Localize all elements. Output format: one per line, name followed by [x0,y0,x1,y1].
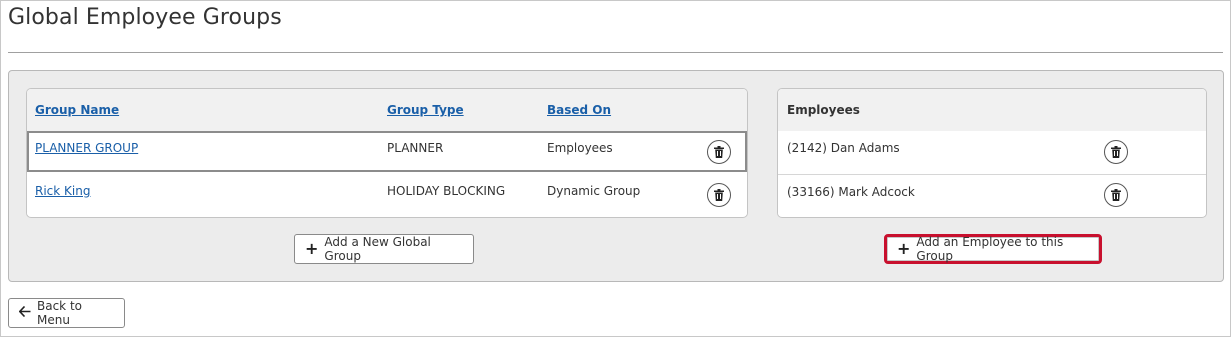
groups-table-header: Group Name Group Type Based On [27,89,747,132]
add-employee-button[interactable]: + Add an Employee to this Group [884,234,1102,264]
back-to-menu-label: Back to Menu [37,299,82,327]
groups-panel: Group Name Group Type Based On PLANNER G… [8,70,1224,282]
add-employee-label: Add an Employee to this Group [916,235,1064,263]
table-row[interactable]: (2142) Dan Adams [778,131,1206,172]
arrow-left-icon [18,305,31,321]
employee-name-cell: (33166) Mark Adcock [787,185,915,199]
employee-name-cell: (2142) Dan Adams [787,141,900,155]
plus-icon: + [305,239,319,258]
table-row[interactable]: PLANNER GROUP PLANNER Employees [27,131,747,172]
trash-icon[interactable] [707,140,731,164]
employees-table: Employees (2142) Dan Adams (33166) Mark … [777,88,1207,218]
employees-table-header: Employees [778,89,1206,132]
trash-icon[interactable] [1104,183,1128,207]
groups-table: Group Name Group Type Based On PLANNER G… [26,88,748,218]
trash-icon[interactable] [707,183,731,207]
table-row[interactable]: Rick King HOLIDAY BLOCKING Dynamic Group [27,174,747,215]
group-name-link[interactable]: PLANNER GROUP [35,141,138,155]
trash-icon[interactable] [1104,140,1128,164]
employees-column-header: Employees [787,103,860,117]
table-row[interactable]: (33166) Mark Adcock [778,174,1206,216]
group-type-cell: PLANNER [387,141,444,155]
add-global-group-label: Add a New Global Group [324,235,431,263]
page-title: Global Employee Groups [8,5,282,30]
based-on-cell: Employees [547,141,613,155]
title-divider [8,52,1223,53]
group-name-link[interactable]: Rick King [35,184,90,198]
group-type-cell: HOLIDAY BLOCKING [387,184,506,198]
based-on-column-header[interactable]: Based On [547,103,611,117]
group-type-column-header[interactable]: Group Type [387,103,464,117]
plus-icon: + [897,239,911,258]
group-name-column-header[interactable]: Group Name [35,103,119,117]
based-on-cell: Dynamic Group [547,184,641,198]
add-global-group-button[interactable]: + Add a New Global Group [294,234,474,264]
back-to-menu-button[interactable]: Back to Menu [8,298,125,328]
